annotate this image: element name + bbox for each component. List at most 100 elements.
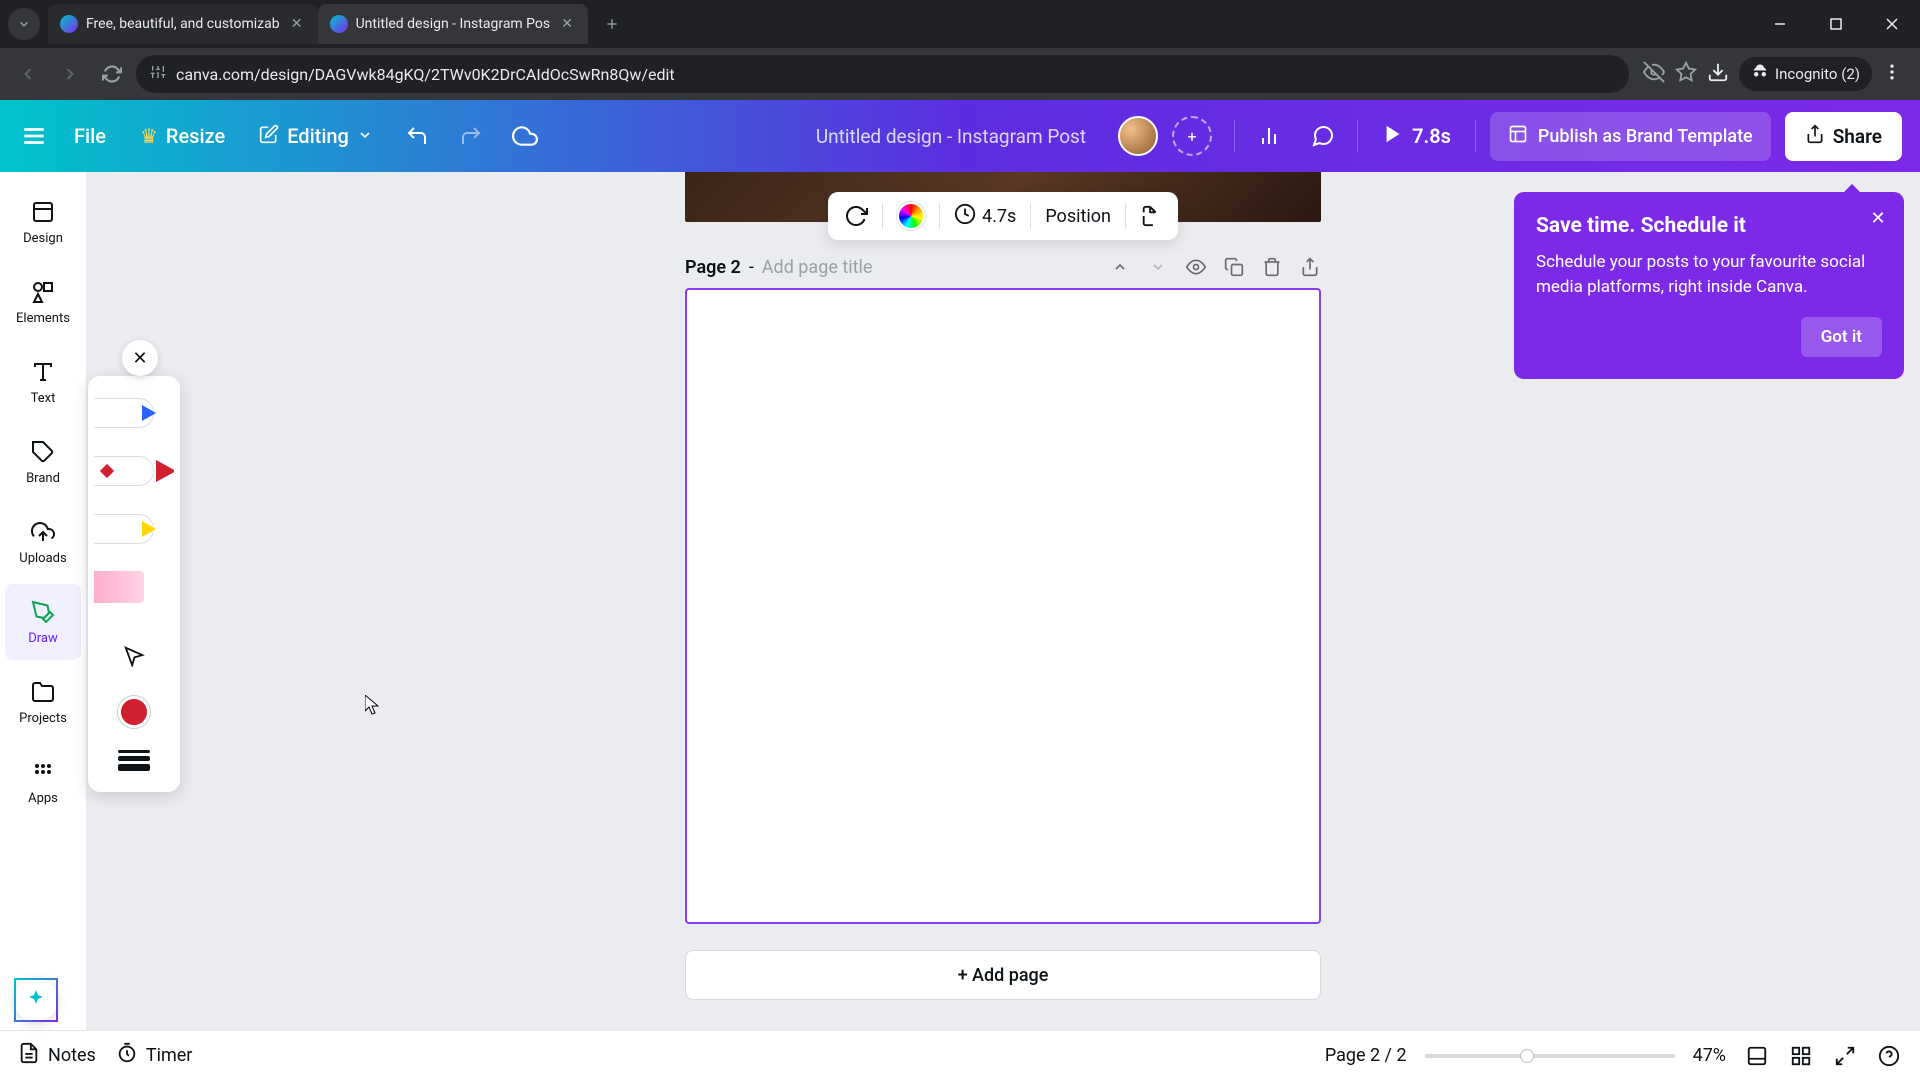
pen-tool-blue[interactable] <box>94 384 174 442</box>
separator <box>1125 203 1126 229</box>
chevron-down-icon <box>357 124 373 148</box>
close-icon[interactable]: ✕ <box>288 15 306 33</box>
notes-button[interactable]: Notes <box>18 1042 96 1069</box>
bookmark-star-icon[interactable] <box>1675 61 1697 87</box>
left-rail: Design Elements Text Brand Uploads Draw … <box>0 172 86 1030</box>
draw-tools-panel <box>88 376 180 792</box>
draw-color-picker[interactable] <box>118 696 150 728</box>
cloud-sync-icon[interactable] <box>505 116 545 156</box>
share-button[interactable]: Share <box>1785 112 1902 161</box>
delete-page-button[interactable] <box>1261 256 1283 278</box>
page-indicator[interactable]: Page 2 / 2 <box>1325 1045 1407 1066</box>
address-bar[interactable]: canva.com/design/DAGVwk84gKQ/2TWv0K2DrCA… <box>136 55 1629 93</box>
grid-view-button[interactable] <box>1788 1043 1814 1069</box>
schedule-tooltip: ✕ Save time. Schedule it Schedule your p… <box>1514 192 1904 379</box>
more-page-options-button[interactable] <box>1299 256 1321 278</box>
timing-button[interactable]: 4.7s <box>954 203 1016 230</box>
help-button[interactable] <box>1876 1043 1902 1069</box>
regenerate-button[interactable] <box>844 204 868 228</box>
draw-icon <box>30 599 56 625</box>
marker-tool-red[interactable] <box>94 442 174 500</box>
hide-page-button[interactable] <box>1185 256 1207 278</box>
play-preview-button[interactable]: 7.8s <box>1372 123 1461 150</box>
page-view-button[interactable] <box>1744 1043 1770 1069</box>
color-picker-button[interactable] <box>897 202 925 230</box>
browser-tabs: Free, beautiful, and customizab ✕ Untitl… <box>48 4 588 44</box>
close-window-button[interactable] <box>1872 8 1912 40</box>
rail-draw[interactable]: Draw <box>5 584 81 660</box>
design-title[interactable]: Untitled design - Instagram Post <box>816 125 1086 148</box>
page-label: Page 2 <box>685 257 741 278</box>
rail-uploads[interactable]: Uploads <box>5 504 81 580</box>
play-icon <box>1382 123 1404 150</box>
tab-title: Free, beautiful, and customizab <box>86 16 280 32</box>
close-icon[interactable]: ✕ <box>558 15 576 33</box>
rail-elements[interactable]: Elements <box>5 264 81 340</box>
zoom-slider[interactable] <box>1425 1054 1675 1058</box>
undo-button[interactable] <box>397 116 437 156</box>
window-controls <box>1760 8 1912 40</box>
zoom-thumb[interactable] <box>1520 1049 1534 1063</box>
site-settings-icon[interactable] <box>150 64 166 84</box>
duplicate-page-button[interactable] <box>1223 256 1245 278</box>
zoom-percentage[interactable]: 47% <box>1693 1045 1726 1066</box>
editing-mode-button[interactable]: Editing <box>249 118 383 155</box>
canvas-page-2[interactable] <box>685 288 1321 924</box>
close-draw-panel-button[interactable]: ✕ <box>122 340 158 376</box>
kebab-menu-icon[interactable] <box>1882 62 1902 86</box>
maximize-button[interactable] <box>1816 8 1856 40</box>
style-copy-button[interactable] <box>1140 205 1162 227</box>
stroke-width-button[interactable] <box>118 744 150 776</box>
reload-button[interactable] <box>94 56 130 92</box>
fullscreen-button[interactable] <box>1832 1043 1858 1069</box>
new-tab-button[interactable] <box>596 8 628 40</box>
notes-icon <box>18 1042 40 1069</box>
download-icon[interactable] <box>1707 61 1729 87</box>
rail-brand[interactable]: Brand <box>5 424 81 500</box>
close-tooltip-button[interactable]: ✕ <box>1868 208 1888 228</box>
browser-tab-1[interactable]: Free, beautiful, and customizab ✕ <box>48 4 318 44</box>
minimize-button[interactable] <box>1760 8 1800 40</box>
pen-tool-yellow[interactable] <box>94 500 174 558</box>
publish-button[interactable]: Publish as Brand Template <box>1490 112 1771 161</box>
context-toolbar: 4.7s Position <box>828 192 1178 240</box>
comment-button[interactable] <box>1303 116 1343 156</box>
uploads-icon <box>30 519 56 545</box>
share-icon <box>1805 124 1825 149</box>
incognito-icon <box>1751 63 1769 85</box>
tab-search-dropdown[interactable] <box>8 8 40 40</box>
move-page-up-button[interactable] <box>1109 256 1131 278</box>
menu-button[interactable] <box>18 120 50 152</box>
resize-button[interactable]: ♛Resize <box>130 118 235 154</box>
rail-apps[interactable]: Apps <box>5 744 81 820</box>
position-button[interactable]: Position <box>1045 206 1111 227</box>
tooltip-got-it-button[interactable]: Got it <box>1801 317 1882 357</box>
add-collaborator-button[interactable]: + <box>1172 116 1212 156</box>
browser-tab-2[interactable]: Untitled design - Instagram Pos ✕ <box>318 4 589 44</box>
highlighter-tool-pink[interactable] <box>94 558 174 616</box>
file-menu[interactable]: File <box>64 118 116 154</box>
forward-button[interactable] <box>52 56 88 92</box>
rail-design[interactable]: Design <box>5 184 81 260</box>
separator <box>1234 120 1235 152</box>
rail-projects[interactable]: Projects <box>5 664 81 740</box>
incognito-badge[interactable]: Incognito (2) <box>1739 57 1872 91</box>
redo-button[interactable] <box>451 116 491 156</box>
tooltip-tail <box>1842 184 1862 194</box>
move-page-down-button[interactable] <box>1147 256 1169 278</box>
elements-icon <box>30 279 56 305</box>
eye-off-icon[interactable] <box>1643 61 1665 87</box>
page-title-input[interactable]: Add page title <box>762 257 873 278</box>
page-sep: - <box>749 257 754 278</box>
template-icon <box>1508 124 1528 149</box>
rail-text[interactable]: Text <box>5 344 81 420</box>
insights-button[interactable] <box>1249 116 1289 156</box>
cursor-tool[interactable] <box>106 628 162 684</box>
add-page-button[interactable]: + Add page <box>685 950 1321 1000</box>
timer-button[interactable]: Timer <box>116 1042 193 1069</box>
user-avatar[interactable] <box>1118 116 1158 156</box>
separator <box>1030 203 1031 229</box>
magic-assistant-button[interactable] <box>14 978 58 1022</box>
back-button[interactable] <box>10 56 46 92</box>
incognito-label: Incognito (2) <box>1775 65 1860 83</box>
